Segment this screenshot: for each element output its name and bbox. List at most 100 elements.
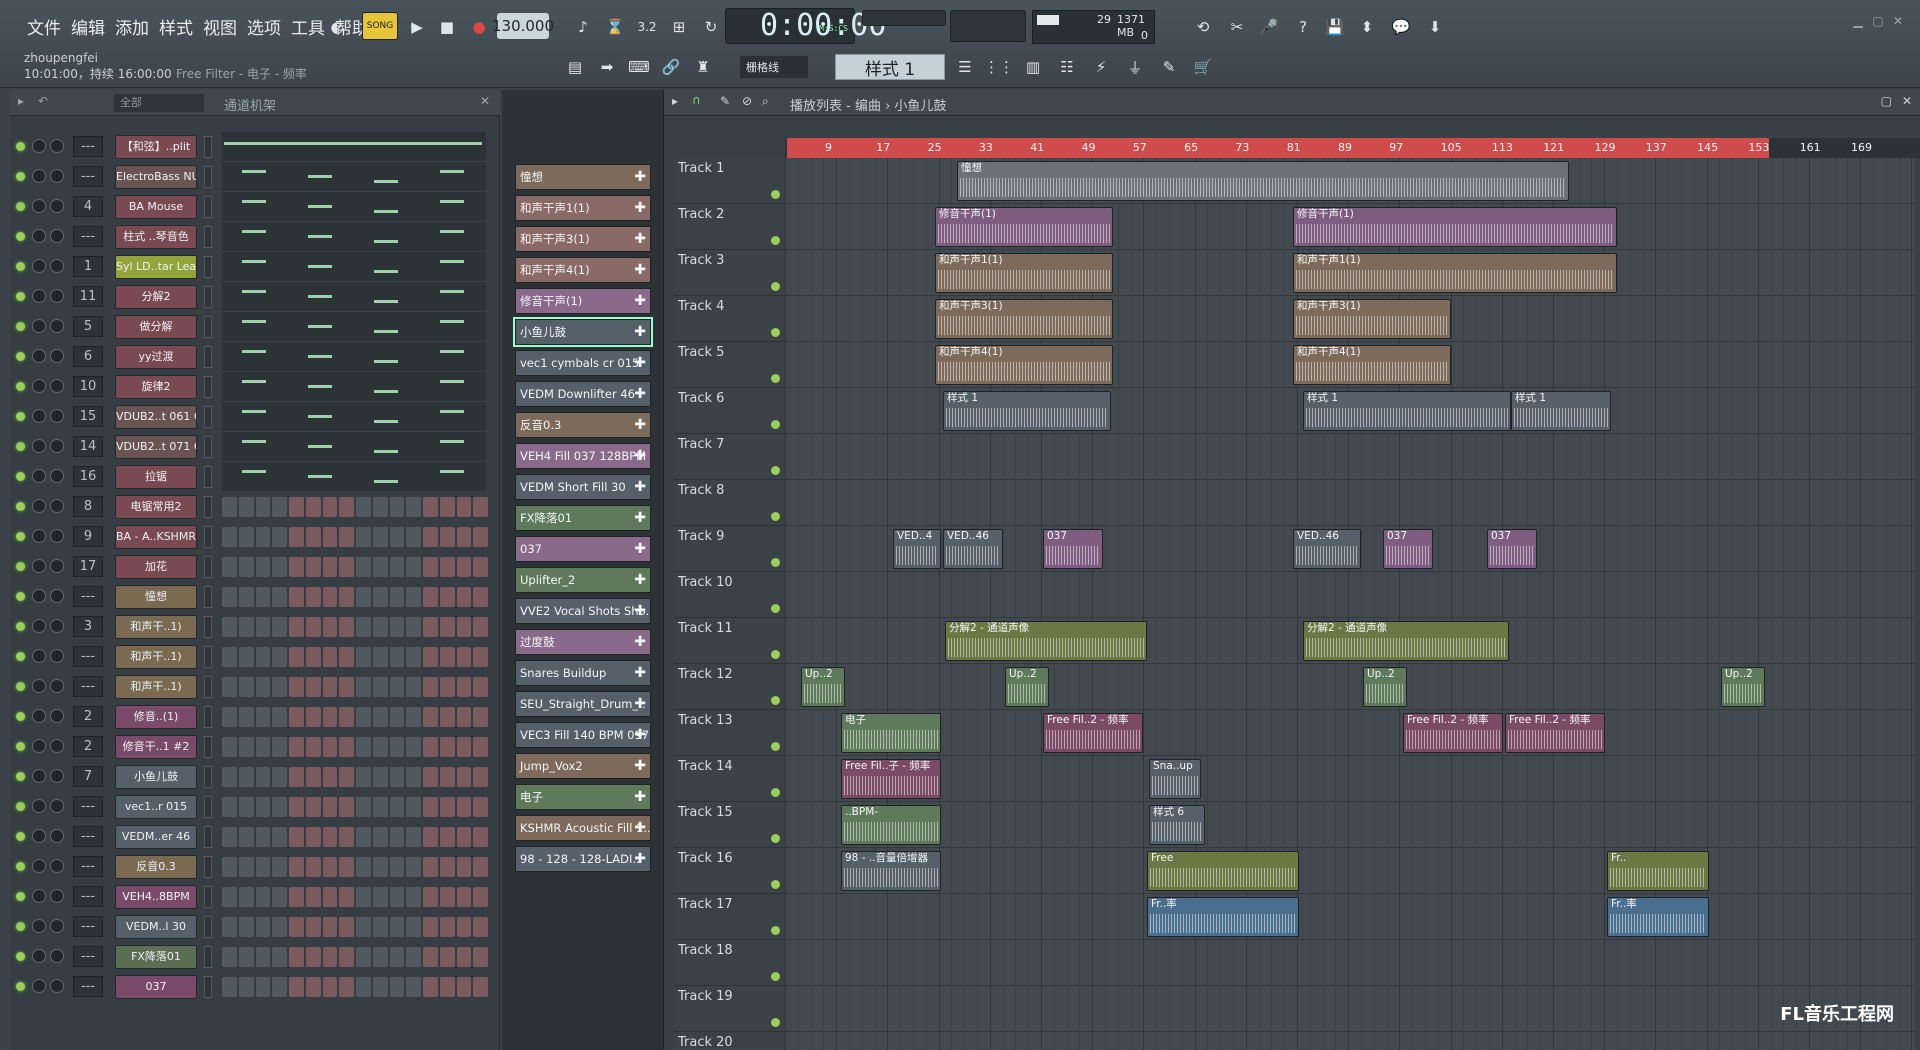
channel-led[interactable] (16, 202, 25, 211)
playlist-clip[interactable]: Up..2 (1721, 667, 1765, 707)
channel-led[interactable] (16, 652, 25, 661)
step-button[interactable] (439, 767, 455, 787)
channel-select[interactable] (204, 196, 212, 218)
channel-select[interactable] (204, 526, 212, 548)
pan-knob[interactable] (32, 289, 46, 303)
step-button[interactable] (255, 737, 271, 757)
volume-knob[interactable] (50, 409, 64, 423)
step-button[interactable] (439, 947, 455, 967)
step-button[interactable] (372, 887, 388, 907)
step-button[interactable] (456, 917, 472, 937)
channel-row[interactable]: 3 和声干..1) (10, 612, 500, 642)
step-button[interactable] (372, 947, 388, 967)
clip-list-item[interactable]: KSHMR Acoustic Fill 1.. ✚ (515, 815, 651, 841)
step-button[interactable] (456, 887, 472, 907)
piano-roll-preview[interactable] (222, 162, 486, 192)
channel-led[interactable] (16, 622, 25, 631)
playlist-clip[interactable]: 憧想 (957, 161, 1569, 201)
step-button[interactable] (372, 677, 388, 697)
step-button[interactable] (222, 737, 237, 757)
channel-select[interactable] (204, 256, 212, 278)
step-sequencer[interactable] (222, 797, 488, 817)
plugin-icon[interactable]: ⚡ (1086, 52, 1116, 82)
cart-icon[interactable]: 🛒 (1188, 52, 1218, 82)
step-button[interactable] (272, 617, 287, 637)
pan-knob[interactable] (32, 439, 46, 453)
step-button[interactable] (289, 707, 304, 727)
pan-knob[interactable] (32, 949, 46, 963)
step-button[interactable] (406, 497, 421, 517)
channel-name-button[interactable]: 【和弦】..plit (115, 135, 197, 159)
step-button[interactable] (222, 617, 237, 637)
wait-icon[interactable]: ⌛ (600, 12, 630, 42)
mixer-track-number[interactable]: 5 (73, 316, 103, 337)
step-button[interactable] (272, 917, 287, 937)
step-button[interactable] (339, 947, 354, 967)
step-button[interactable] (339, 737, 354, 757)
playlist-clip[interactable]: 98 - ..音量倍增器 (841, 851, 941, 891)
step-button[interactable] (423, 527, 438, 547)
step-button[interactable] (238, 587, 254, 607)
step-button[interactable] (305, 707, 321, 727)
clip-list-item[interactable]: Jump_Vox2 ✚ (515, 753, 651, 779)
menu-item[interactable]: 文件 (22, 10, 66, 43)
step-button[interactable] (456, 857, 472, 877)
step-button[interactable] (389, 947, 405, 967)
playlist-clip[interactable]: 修音干声(1) (1293, 207, 1617, 247)
channel-row[interactable]: 8 电锯常用2 (10, 492, 500, 522)
timeline-ruler[interactable]: 9 17 25 33 41 49 57 65 73 81 89 97 105 113 121 129 137 14… (785, 138, 1920, 158)
step-button[interactable] (238, 947, 254, 967)
clip-list-item[interactable]: 过度鼓 ✚ (515, 629, 651, 655)
step-button[interactable] (322, 557, 338, 577)
step-button[interactable] (222, 767, 237, 787)
volume-knob[interactable] (50, 169, 64, 183)
step-button[interactable] (356, 617, 371, 637)
step-button[interactable] (255, 707, 271, 727)
channel-row[interactable]: 7 小鱼儿鼓 (10, 762, 500, 792)
step-button[interactable] (272, 557, 287, 577)
channel-row[interactable]: --- 反音0.3 (10, 852, 500, 882)
mixer-track-number[interactable]: 1 (73, 256, 103, 277)
channel-select[interactable] (204, 136, 212, 158)
pan-knob[interactable] (32, 559, 46, 573)
channel-row[interactable]: --- FX降落01 (10, 942, 500, 972)
render-icon[interactable]: ⬍ (1352, 12, 1382, 42)
playlist-clip[interactable]: VED..46 (943, 529, 1003, 569)
playlist-clip[interactable]: 修音干声(1) (935, 207, 1113, 247)
step-sequencer[interactable] (222, 587, 488, 607)
step-sequencer[interactable] (222, 617, 488, 637)
step-button[interactable] (389, 557, 405, 577)
step-button[interactable] (238, 977, 254, 997)
piano-roll-icon[interactable]: ▥ (1018, 52, 1048, 82)
add-clip-icon[interactable]: ✚ (634, 630, 646, 654)
playlist-clip[interactable]: 和声干声3(1) (935, 299, 1113, 339)
add-clip-icon[interactable]: ✚ (634, 289, 646, 313)
step-button[interactable] (255, 977, 271, 997)
volume-knob[interactable] (50, 949, 64, 963)
step-button[interactable] (255, 827, 271, 847)
step-sequencer[interactable] (222, 677, 488, 697)
piano-roll-preview[interactable] (222, 372, 486, 402)
channel-led[interactable] (16, 712, 25, 721)
mixer-track-number[interactable]: 11 (73, 286, 103, 307)
step-button[interactable] (389, 617, 405, 637)
step-button[interactable] (406, 557, 421, 577)
channel-led[interactable] (16, 412, 25, 421)
channel-row[interactable]: --- vec1..r 015 (10, 792, 500, 822)
menu-item[interactable]: 选项 (242, 10, 286, 43)
step-button[interactable] (238, 677, 254, 697)
channel-led[interactable] (16, 322, 25, 331)
add-clip-icon[interactable]: ✚ (634, 754, 646, 778)
add-clip-icon[interactable]: ✚ (634, 723, 646, 747)
track-mute-led[interactable] (771, 466, 780, 475)
step-button[interactable] (406, 587, 421, 607)
arrow-right-icon[interactable]: ▸ (18, 94, 24, 108)
playlist-clip[interactable]: Free Fil..子 - 频率 (841, 759, 941, 799)
song-mode-button[interactable]: SONG (362, 12, 398, 40)
playlist-clip[interactable]: VED..4 (893, 529, 941, 569)
save-icon[interactable]: 💾 (1320, 12, 1350, 42)
step-button[interactable] (423, 617, 438, 637)
step-button[interactable] (322, 737, 338, 757)
add-clip-icon[interactable]: ✚ (634, 382, 646, 406)
menu-item[interactable]: 视图 (198, 10, 242, 43)
